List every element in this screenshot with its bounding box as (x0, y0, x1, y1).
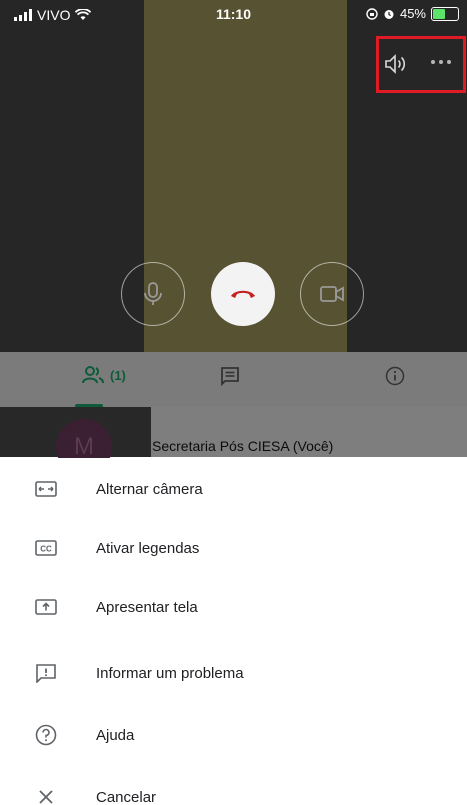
svg-text:CC: CC (40, 545, 52, 554)
mic-icon (144, 282, 162, 305)
info-icon (385, 366, 405, 386)
tab-people[interactable]: (1) (82, 366, 126, 384)
people-count: (1) (110, 367, 126, 383)
camera-button[interactable] (300, 262, 364, 326)
camera-icon (320, 286, 344, 302)
menu-item-cancel[interactable]: Cancelar (0, 774, 467, 805)
close-icon (34, 785, 58, 805)
people-icon (82, 366, 104, 384)
status-right: 45% (366, 6, 459, 21)
menu-item-label: Ajuda (96, 726, 135, 744)
help-icon (34, 723, 58, 747)
orientation-lock-icon (366, 7, 378, 20)
tab-bar: (1) (0, 352, 467, 407)
more-options-icon[interactable] (431, 60, 451, 64)
alarm-icon (384, 9, 394, 19)
hang-up-icon (231, 290, 255, 298)
menu-item-switch-camera[interactable]: Alternar câmera (0, 466, 467, 512)
menu-item-label: Apresentar tela (96, 598, 198, 616)
closed-captions-icon: CC (34, 536, 58, 560)
chat-icon (221, 367, 239, 386)
switch-camera-icon (34, 477, 58, 501)
menu-item-label: Informar um problema (96, 664, 244, 682)
menu-item-label: Ativar legendas (96, 539, 200, 557)
menu-item-help[interactable]: Ajuda (0, 712, 467, 758)
participant-name: Secretaria Pós CIESA (Você) (152, 438, 334, 454)
options-sheet: Alternar câmera CC Ativar legendas Apres… (0, 458, 467, 805)
mic-button[interactable] (121, 262, 185, 326)
menu-item-present-screen[interactable]: Apresentar tela (0, 584, 467, 630)
end-call-button[interactable] (211, 262, 275, 326)
feedback-icon (34, 661, 58, 685)
tab-chat[interactable] (220, 366, 240, 386)
menu-item-captions[interactable]: CC Ativar legendas (0, 525, 467, 571)
status-bar: VIVO 11:10 45% (0, 0, 467, 30)
menu-item-report-problem[interactable]: Informar um problema (0, 650, 467, 696)
menu-item-label: Cancelar (96, 788, 157, 805)
battery-icon (431, 6, 459, 21)
tab-info[interactable] (385, 366, 405, 386)
present-screen-icon (34, 595, 58, 619)
speaker-icon[interactable] (384, 53, 408, 75)
battery-percent: 45% (399, 6, 426, 21)
menu-item-label: Alternar câmera (96, 480, 203, 498)
